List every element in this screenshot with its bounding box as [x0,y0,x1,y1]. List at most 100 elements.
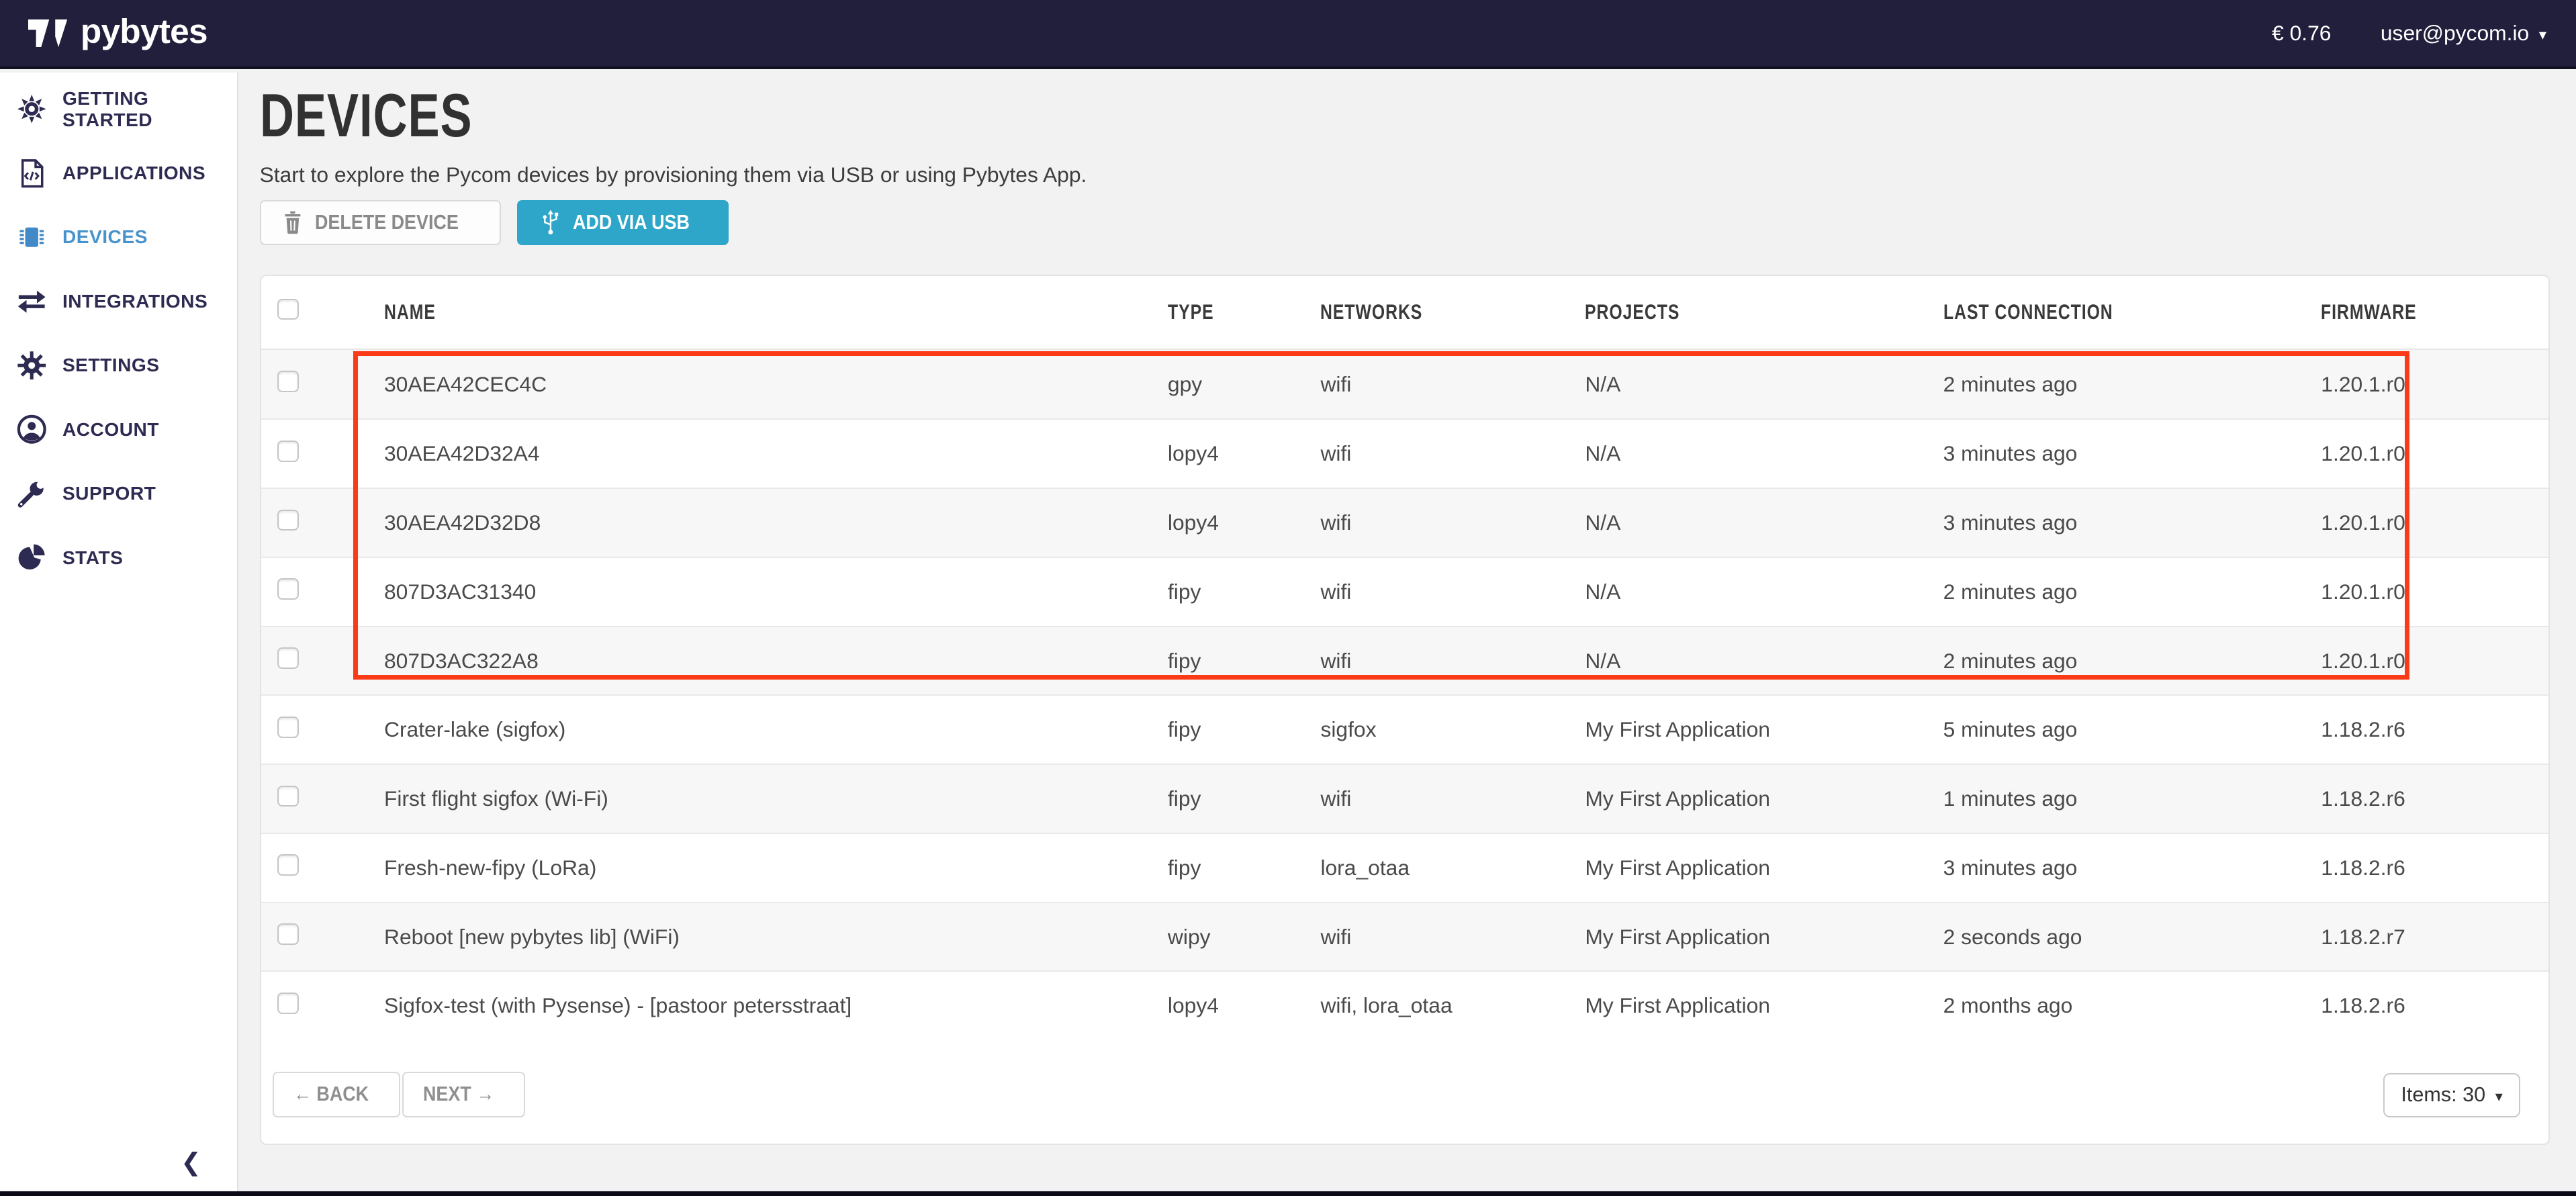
row-checkbox[interactable] [277,647,299,669]
cell-device-name: 30AEA42CEC4C [384,372,1168,397]
sidebar-item-devices[interactable]: DEVICES [0,205,237,269]
table-row[interactable]: Fresh-new-fipy (LoRa) fipy lora_otaa My … [261,833,2548,902]
sidebar-item-getting-started[interactable]: GETTING STARTED [0,77,237,141]
cell-projects: My First Application [1585,993,1943,1018]
delete-device-button[interactable]: DELETE DEVICE [260,200,501,244]
balance-label: € 0.76 [2272,21,2331,46]
add-via-usb-button[interactable]: ADD VIA USB [517,200,728,244]
row-checkbox[interactable] [277,786,299,807]
cell-networks: wifi [1320,510,1585,535]
column-header-firmware: FIRMWARE [2321,300,2548,324]
cell-device-name: Fresh-new-fipy (LoRa) [384,856,1168,880]
pagination: ← BACK NEXT → Items: 30 ▾ [261,1037,2548,1144]
cell-firmware: 1.20.1.r0 [2321,580,2548,604]
column-header-last-connection: LAST CONNECTION [1943,300,2321,324]
pybytes-app: pybytes € 0.76 user@pycom.io ▾ GETTING S… [0,0,2576,1196]
caret-down-icon: ▾ [2539,26,2546,44]
cell-device-name: First flight sigfox (Wi-Fi) [384,786,1168,811]
cell-firmware: 1.18.2.r7 [2321,925,2548,950]
row-checkbox[interactable] [277,854,299,876]
table-row[interactable]: 30AEA42D32D8 lopy4 wifi N/A 3 minutes ag… [261,488,2548,557]
column-header-name: NAME [384,300,1168,324]
cell-last-connection: 2 minutes ago [1943,372,2321,397]
user-menu[interactable]: user@pycom.io ▾ [2381,21,2546,46]
cell-projects: N/A [1585,580,1943,604]
table-row[interactable]: Crater-lake (sigfox) fipy sigfox My Firs… [261,694,2548,764]
brand[interactable]: pybytes [0,14,208,52]
table-row[interactable]: Sigfox-test (with Pysense) - [pastoor pe… [261,970,2548,1040]
row-checkbox[interactable] [277,371,299,392]
cell-firmware: 1.20.1.r0 [2321,510,2548,535]
cell-type: fipy [1168,580,1321,604]
cell-device-name: 807D3AC31340 [384,580,1168,604]
main-content: DEVICES Start to explore the Pycom devic… [238,69,2576,1196]
cell-device-name: Sigfox-test (with Pysense) - [pastoor pe… [384,993,1168,1018]
select-all-checkbox[interactable] [277,299,299,320]
sidebar-item-integrations[interactable]: INTEGRATIONS [0,269,237,333]
sidebar-item-applications[interactable]: APPLICATIONS [0,141,237,205]
pie-chart-icon [16,542,47,573]
cell-firmware: 1.18.2.r6 [2321,993,2548,1018]
table-row[interactable]: 807D3AC31340 fipy wifi N/A 2 minutes ago… [261,557,2548,626]
next-button[interactable]: NEXT → [402,1072,525,1118]
user-email: user@pycom.io [2381,21,2529,46]
sidebar-collapse-button[interactable]: ❮ [181,1148,201,1177]
cell-last-connection: 2 minutes ago [1943,649,2321,674]
page-title: DEVICES [260,79,533,154]
cell-device-name: 807D3AC322A8 [384,649,1168,674]
sidebar-nav: GETTING STARTED APPLICATIONS DEVICES INT… [0,73,237,590]
cell-networks: wifi [1320,372,1585,397]
table-row[interactable]: 30AEA42CEC4C gpy wifi N/A 2 minutes ago … [261,350,2548,419]
back-button[interactable]: ← BACK [273,1072,400,1118]
column-header-networks: NETWORKS [1320,300,1585,324]
sidebar-item-support[interactable]: SUPPORT [0,461,237,525]
cell-projects: N/A [1585,649,1943,674]
sidebar-item-stats[interactable]: STATS [0,526,237,590]
devices-table-card: NAME TYPE NETWORKS PROJECTS LAST CONNECT… [260,275,2550,1146]
cell-projects: My First Application [1585,856,1943,880]
cell-last-connection: 2 months ago [1943,993,2321,1018]
cell-last-connection: 3 minutes ago [1943,856,2321,880]
items-per-page-dropdown[interactable]: Items: 30 ▾ [2383,1073,2520,1117]
gear-icon [16,350,47,381]
sidebar-item-settings[interactable]: SETTINGS [0,334,237,398]
cell-firmware: 1.18.2.r6 [2321,786,2548,811]
cell-projects: My First Application [1585,925,1943,950]
sidebar-item-account[interactable]: ACCOUNT [0,398,237,461]
cell-networks: lora_otaa [1320,856,1585,880]
table-row[interactable]: 807D3AC322A8 fipy wifi N/A 2 minutes ago… [261,626,2548,695]
row-checkbox[interactable] [277,717,299,738]
cell-projects: N/A [1585,510,1943,535]
cell-projects: My First Application [1585,717,1943,742]
cell-firmware: 1.18.2.r6 [2321,717,2548,742]
cell-device-name: 30AEA42D32A4 [384,441,1168,466]
cell-last-connection: 3 minutes ago [1943,510,2321,535]
table-row[interactable]: 30AEA42D32A4 lopy4 wifi N/A 3 minutes ag… [261,418,2548,488]
cell-last-connection: 3 minutes ago [1943,441,2321,466]
brand-name: pybytes [81,14,208,52]
cell-type: lopy4 [1168,441,1321,466]
row-checkbox[interactable] [277,993,299,1014]
code-file-icon [16,158,47,189]
cell-type: lopy4 [1168,510,1321,535]
cell-last-connection: 2 minutes ago [1943,580,2321,604]
row-checkbox[interactable] [277,578,299,600]
trash-icon [282,211,304,234]
sun-icon [16,93,47,124]
user-icon [16,414,47,445]
topbar: pybytes € 0.76 user@pycom.io ▾ [0,0,2576,69]
cell-type: fipy [1168,649,1321,674]
table-row[interactable]: First flight sigfox (Wi-Fi) fipy wifi My… [261,764,2548,833]
wrench-icon [16,478,47,509]
table-body: 30AEA42CEC4C gpy wifi N/A 2 minutes ago … [261,350,2548,1040]
cell-type: lopy4 [1168,993,1321,1018]
cell-projects: N/A [1585,372,1943,397]
toolbar: DELETE DEVICE ADD VIA USB [260,200,729,244]
row-checkbox[interactable] [277,510,299,531]
cell-networks: wifi [1320,925,1585,950]
transfer-arrows-icon [16,286,47,317]
cell-firmware: 1.18.2.r6 [2321,856,2548,880]
table-row[interactable]: Reboot [new pybytes lib] (WiFi) wipy wif… [261,902,2548,971]
row-checkbox[interactable] [277,923,299,945]
row-checkbox[interactable] [277,441,299,462]
